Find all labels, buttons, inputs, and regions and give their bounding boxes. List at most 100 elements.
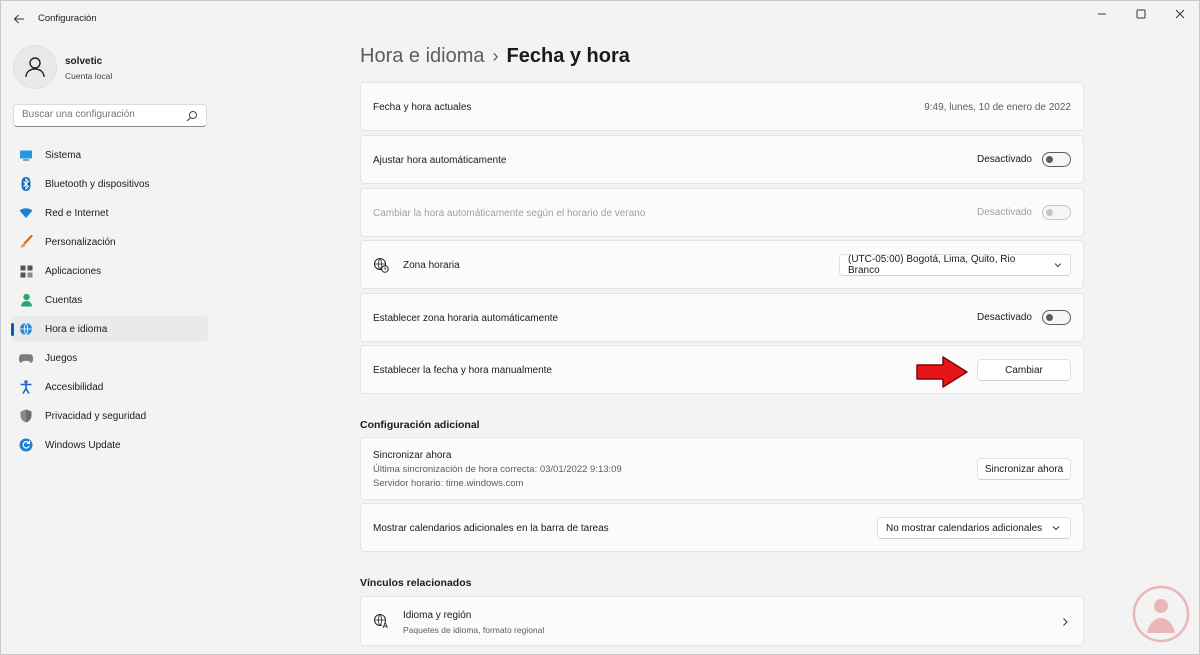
dst-toggle xyxy=(1042,205,1071,220)
chevron-down-icon xyxy=(1054,263,1062,268)
sidebar-item-accessibility[interactable]: Accesibilidad xyxy=(11,374,208,400)
timezone-dropdown[interactable]: (UTC-05:00) Bogotá, Lima, Quito, Rio Bra… xyxy=(839,254,1071,276)
additional-settings-title: Configuración adicional xyxy=(360,419,480,431)
sync-title: Sincronizar ahora xyxy=(373,450,452,461)
language-icon xyxy=(374,614,389,629)
search-box[interactable] xyxy=(13,104,207,127)
current-datetime-card: Fecha y hora actuales 9:49, lunes, 10 de… xyxy=(360,82,1084,131)
timezone-label: Zona horaria xyxy=(403,260,460,271)
close-icon[interactable] xyxy=(1160,1,1199,27)
person-avatar-icon xyxy=(25,57,45,78)
sidebar-item-label: Juegos xyxy=(45,352,78,364)
sidebar-item-bluetooth[interactable]: Bluetooth y dispositivos xyxy=(11,171,208,197)
auto-timezone-toggle[interactable] xyxy=(1042,310,1071,325)
update-icon xyxy=(19,438,33,452)
language-region-link[interactable]: Idioma y región Paquetes de idioma, form… xyxy=(360,596,1084,646)
dst-toggle-group: Desactivado xyxy=(977,205,1071,220)
calendars-dropdown[interactable]: No mostrar calendarios adicionales xyxy=(877,517,1071,539)
calendars-label: Mostrar calendarios adicionales en la ba… xyxy=(373,523,609,534)
back-arrow-icon[interactable] xyxy=(9,9,29,29)
watermark-logo-icon xyxy=(1132,585,1190,643)
dst-label: Cambiar la hora automáticamente según el… xyxy=(373,208,646,219)
manual-datetime-card: Establecer la fecha y hora manualmente C… xyxy=(360,345,1084,394)
related-links-title: Vínculos relacionados xyxy=(360,577,472,589)
window-controls xyxy=(1082,1,1199,29)
bluetooth-icon xyxy=(19,177,33,191)
sidebar-item-gaming[interactable]: Juegos xyxy=(11,345,208,371)
breadcrumb-parent[interactable]: Hora e idioma xyxy=(360,45,485,67)
auto-time-label: Ajustar hora automáticamente xyxy=(373,155,507,166)
sidebar-item-accounts[interactable]: Cuentas xyxy=(11,287,208,313)
globe-clock-icon xyxy=(19,322,33,336)
change-datetime-button[interactable]: Cambiar xyxy=(977,359,1071,381)
auto-timezone-state: Desactivado xyxy=(976,312,1032,323)
auto-time-card: Ajustar hora automáticamente Desactivado xyxy=(360,135,1084,184)
calendars-card: Mostrar calendarios adicionales en la ba… xyxy=(360,503,1084,552)
sidebar-item-label: Aplicaciones xyxy=(45,265,102,277)
timezone-card: Zona horaria (UTC-05:00) Bogotá, Lima, Q… xyxy=(360,240,1084,289)
sidebar-item-time-language[interactable]: Hora e idioma xyxy=(11,316,208,342)
sidebar-item-label: Personalización xyxy=(45,236,116,248)
globe-clock-icon xyxy=(374,258,389,273)
settings-window: Configuración solvetic Cuenta local Busc… xyxy=(0,0,1200,655)
calendars-value: No mostrar calendarios adicionales xyxy=(886,522,1043,534)
page-title: Fecha y hora xyxy=(506,45,630,67)
auto-time-state: Desactivado xyxy=(976,154,1032,165)
sync-card: Sincronizar ahora Última sincronización … xyxy=(360,437,1084,500)
manual-datetime-label: Establecer la fecha y hora manualmente xyxy=(373,365,552,376)
avatar xyxy=(13,45,57,89)
person-icon xyxy=(19,293,33,307)
sidebar: solvetic Cuenta local Sistema Bluetooth … xyxy=(1,37,219,654)
red-arrow-icon xyxy=(916,356,968,388)
chevron-down-icon xyxy=(1052,526,1060,531)
maximize-icon[interactable] xyxy=(1121,1,1160,27)
shield-icon xyxy=(19,409,33,423)
chevron-right-icon xyxy=(1063,618,1068,626)
apps-icon xyxy=(19,264,33,278)
monitor-icon xyxy=(19,148,33,162)
gamepad-icon xyxy=(19,351,33,365)
current-datetime-value: 9:49, lunes, 10 de enero de 2022 xyxy=(924,102,1071,113)
sidebar-item-label: Hora e idioma xyxy=(45,323,108,335)
search-icon[interactable] xyxy=(186,110,198,122)
language-region-title: Idioma y región xyxy=(403,610,472,621)
sidebar-item-privacy[interactable]: Privacidad y seguridad xyxy=(11,403,208,429)
sidebar-item-windows-update[interactable]: Windows Update xyxy=(11,432,208,458)
sidebar-item-sistema[interactable]: Sistema xyxy=(11,142,208,168)
brush-icon xyxy=(19,235,33,249)
sidebar-item-network[interactable]: Red e Internet xyxy=(11,200,208,226)
auto-time-toggle[interactable] xyxy=(1042,152,1071,167)
sidebar-item-apps[interactable]: Aplicaciones xyxy=(11,258,208,284)
breadcrumb: Hora e idioma › Fecha y hora xyxy=(360,45,630,68)
wifi-icon xyxy=(19,206,33,220)
sidebar-item-label: Privacidad y seguridad xyxy=(45,410,147,422)
auto-timezone-card: Establecer zona horaria automáticamente … xyxy=(360,293,1084,342)
sidebar-item-personalization[interactable]: Personalización xyxy=(11,229,208,255)
sync-last-time: Última sincronización de hora correcta: … xyxy=(373,464,622,475)
profile-account-type: Cuenta local xyxy=(65,71,113,81)
minimize-icon[interactable] xyxy=(1082,1,1121,27)
dst-state: Desactivado xyxy=(976,207,1032,218)
sidebar-nav: Sistema Bluetooth y dispositivos Red e I… xyxy=(11,142,208,461)
user-profile[interactable]: solvetic Cuenta local xyxy=(13,45,213,89)
sidebar-item-label: Windows Update xyxy=(45,439,121,451)
auto-time-toggle-group: Desactivado xyxy=(977,152,1071,167)
sync-server: Servidor horario: time.windows.com xyxy=(373,478,524,489)
profile-name: solvetic xyxy=(65,56,103,67)
sidebar-item-label: Red e Internet xyxy=(45,207,109,219)
sidebar-item-label: Cuentas xyxy=(45,294,83,306)
sidebar-item-label: Bluetooth y dispositivos xyxy=(45,178,150,190)
sidebar-item-label: Sistema xyxy=(45,149,82,161)
search-input[interactable] xyxy=(22,109,182,120)
dst-card: Cambiar la hora automáticamente según el… xyxy=(360,188,1084,237)
sidebar-item-label: Accesibilidad xyxy=(45,381,104,393)
breadcrumb-separator: › xyxy=(492,46,499,66)
timezone-value: (UTC-05:00) Bogotá, Lima, Quito, Rio Bra… xyxy=(848,254,1016,276)
title-bar: Configuración xyxy=(1,1,1199,37)
language-region-subtitle: Paquetes de idioma, formato regional xyxy=(403,625,545,635)
auto-timezone-label: Establecer zona horaria automáticamente xyxy=(373,313,559,324)
app-title: Configuración xyxy=(38,13,97,24)
auto-timezone-toggle-group: Desactivado xyxy=(977,310,1071,325)
accessibility-icon xyxy=(19,380,33,394)
sync-now-button[interactable]: Sincronizar ahora xyxy=(977,458,1071,480)
